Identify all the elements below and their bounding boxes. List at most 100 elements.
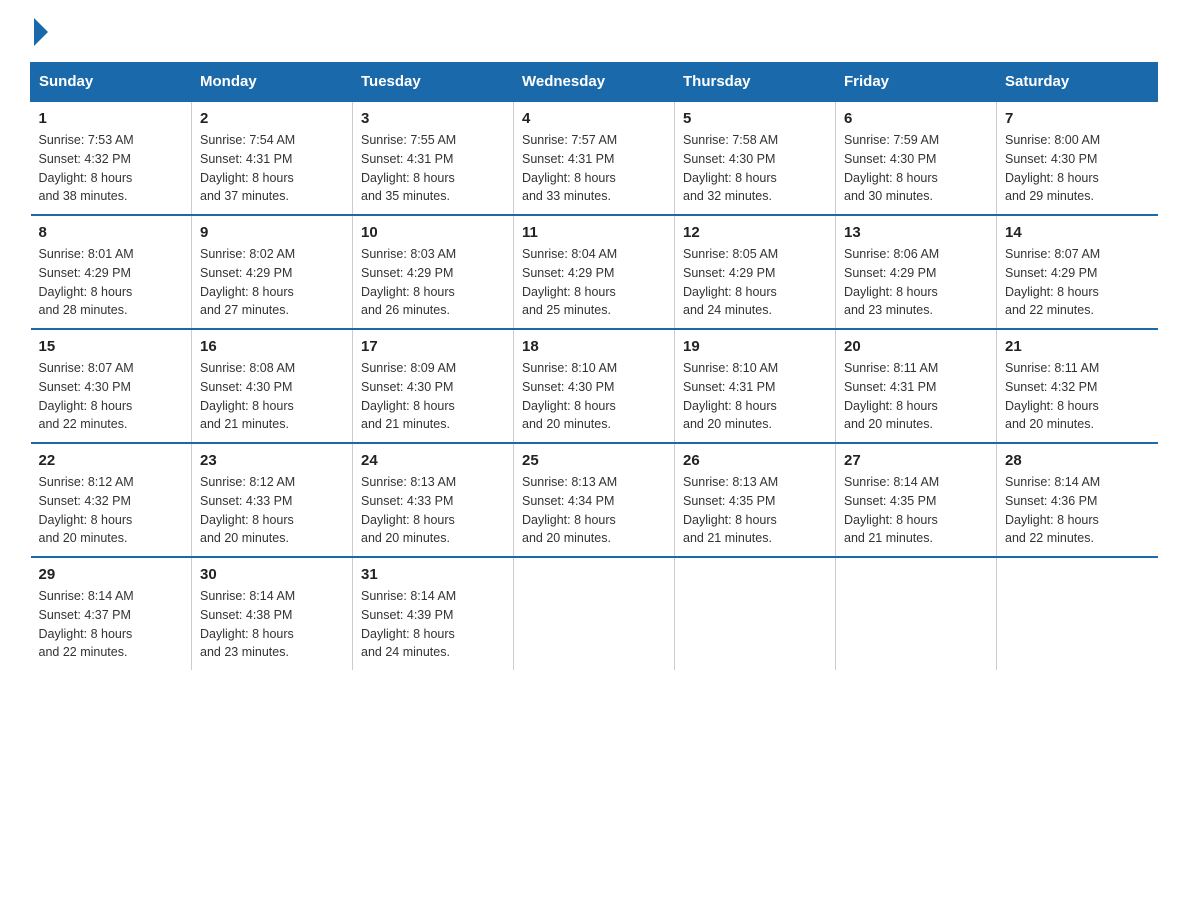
calendar-cell: 13 Sunrise: 8:06 AM Sunset: 4:29 PM Dayli… <box>836 215 997 329</box>
calendar-cell: 5Sunrise: 7:58 AM Sunset: 4:30 PM Daylig… <box>675 101 836 215</box>
calendar-cell: 4 Sunrise: 7:57 AM Sunset: 4:31 PM Daylig… <box>514 101 675 215</box>
calendar-week-4: 22 Sunrise: 8:12 AM Sunset: 4:32 PM Dayli… <box>31 443 1158 557</box>
day-number: 5 <box>683 110 827 127</box>
header-row: SundayMondayTuesdayWednesdayThursdayFrid… <box>31 63 1158 102</box>
calendar-cell: 18 Sunrise: 8:10 AM Sunset: 4:30 PM Dayli… <box>514 329 675 443</box>
calendar-cell: 7 Sunrise: 8:00 AM Sunset: 4:30 PM Daylig… <box>997 101 1158 215</box>
calendar-cell: 9 Sunrise: 8:02 AM Sunset: 4:29 PM Daylig… <box>192 215 353 329</box>
calendar-cell: 11 Sunrise: 8:04 AM Sunset: 4:29 PM Dayli… <box>514 215 675 329</box>
day-number: 18 <box>522 338 666 355</box>
calendar-cell: 28 Sunrise: 8:14 AM Sunset: 4:36 PM Dayli… <box>997 443 1158 557</box>
day-info: Sunrise: 8:10 AM Sunset: 4:31 PM Dayligh… <box>683 359 827 434</box>
day-info: Sunrise: 8:00 AM Sunset: 4:30 PM Dayligh… <box>1005 131 1150 206</box>
calendar-cell: 6 Sunrise: 7:59 AM Sunset: 4:30 PM Daylig… <box>836 101 997 215</box>
calendar-week-1: 1 Sunrise: 7:53 AM Sunset: 4:32 PM Daylig… <box>31 101 1158 215</box>
day-info: Sunrise: 8:10 AM Sunset: 4:30 PM Dayligh… <box>522 359 666 434</box>
day-number: 26 <box>683 452 827 469</box>
calendar-body: 1 Sunrise: 7:53 AM Sunset: 4:32 PM Daylig… <box>31 101 1158 670</box>
day-number: 24 <box>361 452 505 469</box>
day-number: 11 <box>522 224 666 241</box>
calendar-cell: 12Sunrise: 8:05 AM Sunset: 4:29 PM Dayli… <box>675 215 836 329</box>
day-number: 30 <box>200 566 344 583</box>
calendar-cell: 15 Sunrise: 8:07 AM Sunset: 4:30 PM Dayli… <box>31 329 192 443</box>
calendar-cell <box>675 557 836 670</box>
day-number: 6 <box>844 110 988 127</box>
day-number: 4 <box>522 110 666 127</box>
day-info: Sunrise: 8:06 AM Sunset: 4:29 PM Dayligh… <box>844 245 988 320</box>
calendar-week-3: 15 Sunrise: 8:07 AM Sunset: 4:30 PM Dayli… <box>31 329 1158 443</box>
calendar-cell: 31 Sunrise: 8:14 AM Sunset: 4:39 PM Dayli… <box>353 557 514 670</box>
day-info: Sunrise: 7:53 AM Sunset: 4:32 PM Dayligh… <box>39 131 184 206</box>
day-number: 25 <box>522 452 666 469</box>
logo-arrow-icon <box>34 18 48 46</box>
day-number: 23 <box>200 452 344 469</box>
day-info: Sunrise: 8:07 AM Sunset: 4:30 PM Dayligh… <box>39 359 184 434</box>
calendar-cell: 8Sunrise: 8:01 AM Sunset: 4:29 PM Daylig… <box>31 215 192 329</box>
day-info: Sunrise: 8:02 AM Sunset: 4:29 PM Dayligh… <box>200 245 344 320</box>
calendar-cell: 2Sunrise: 7:54 AM Sunset: 4:31 PM Daylig… <box>192 101 353 215</box>
day-info: Sunrise: 8:07 AM Sunset: 4:29 PM Dayligh… <box>1005 245 1150 320</box>
header-cell-tuesday: Tuesday <box>353 63 514 102</box>
calendar-cell: 29 Sunrise: 8:14 AM Sunset: 4:37 PM Dayli… <box>31 557 192 670</box>
day-number: 2 <box>200 110 344 127</box>
day-number: 22 <box>39 452 184 469</box>
calendar-cell: 10 Sunrise: 8:03 AM Sunset: 4:29 PM Dayli… <box>353 215 514 329</box>
calendar-cell <box>997 557 1158 670</box>
day-number: 28 <box>1005 452 1150 469</box>
day-info: Sunrise: 8:13 AM Sunset: 4:35 PM Dayligh… <box>683 473 827 548</box>
calendar-cell: 20Sunrise: 8:11 AM Sunset: 4:31 PM Dayli… <box>836 329 997 443</box>
day-info: Sunrise: 8:08 AM Sunset: 4:30 PM Dayligh… <box>200 359 344 434</box>
day-info: Sunrise: 8:13 AM Sunset: 4:33 PM Dayligh… <box>361 473 505 548</box>
day-number: 1 <box>39 110 184 127</box>
calendar-cell: 23 Sunrise: 8:12 AM Sunset: 4:33 PM Dayli… <box>192 443 353 557</box>
day-number: 9 <box>200 224 344 241</box>
day-number: 3 <box>361 110 505 127</box>
day-number: 7 <box>1005 110 1150 127</box>
day-number: 16 <box>200 338 344 355</box>
day-info: Sunrise: 8:03 AM Sunset: 4:29 PM Dayligh… <box>361 245 505 320</box>
calendar-cell <box>514 557 675 670</box>
calendar-header: SundayMondayTuesdayWednesdayThursdayFrid… <box>31 63 1158 102</box>
calendar-cell: 26 Sunrise: 8:13 AM Sunset: 4:35 PM Dayli… <box>675 443 836 557</box>
day-info: Sunrise: 8:14 AM Sunset: 4:39 PM Dayligh… <box>361 587 505 662</box>
day-number: 12 <box>683 224 827 241</box>
header-cell-sunday: Sunday <box>31 63 192 102</box>
day-number: 15 <box>39 338 184 355</box>
day-info: Sunrise: 8:14 AM Sunset: 4:35 PM Dayligh… <box>844 473 988 548</box>
day-info: Sunrise: 8:12 AM Sunset: 4:33 PM Dayligh… <box>200 473 344 548</box>
day-info: Sunrise: 8:11 AM Sunset: 4:31 PM Dayligh… <box>844 359 988 434</box>
day-number: 14 <box>1005 224 1150 241</box>
day-info: Sunrise: 7:55 AM Sunset: 4:31 PM Dayligh… <box>361 131 505 206</box>
calendar-cell: 1 Sunrise: 7:53 AM Sunset: 4:32 PM Daylig… <box>31 101 192 215</box>
day-number: 31 <box>361 566 505 583</box>
day-info: Sunrise: 8:13 AM Sunset: 4:34 PM Dayligh… <box>522 473 666 548</box>
calendar-cell: 24 Sunrise: 8:13 AM Sunset: 4:33 PM Dayli… <box>353 443 514 557</box>
day-number: 13 <box>844 224 988 241</box>
day-info: Sunrise: 8:14 AM Sunset: 4:36 PM Dayligh… <box>1005 473 1150 548</box>
logo <box>30 20 48 42</box>
calendar-cell: 14 Sunrise: 8:07 AM Sunset: 4:29 PM Dayli… <box>997 215 1158 329</box>
day-number: 10 <box>361 224 505 241</box>
calendar-cell: 19 Sunrise: 8:10 AM Sunset: 4:31 PM Dayli… <box>675 329 836 443</box>
day-info: Sunrise: 8:04 AM Sunset: 4:29 PM Dayligh… <box>522 245 666 320</box>
day-number: 19 <box>683 338 827 355</box>
calendar-cell: 17Sunrise: 8:09 AM Sunset: 4:30 PM Dayli… <box>353 329 514 443</box>
calendar-cell: 16 Sunrise: 8:08 AM Sunset: 4:30 PM Dayli… <box>192 329 353 443</box>
header-cell-thursday: Thursday <box>675 63 836 102</box>
day-info: Sunrise: 7:59 AM Sunset: 4:30 PM Dayligh… <box>844 131 988 206</box>
calendar-cell: 3 Sunrise: 7:55 AM Sunset: 4:31 PM Daylig… <box>353 101 514 215</box>
day-info: Sunrise: 7:57 AM Sunset: 4:31 PM Dayligh… <box>522 131 666 206</box>
day-info: Sunrise: 8:14 AM Sunset: 4:37 PM Dayligh… <box>39 587 184 662</box>
day-number: 17 <box>361 338 505 355</box>
day-number: 8 <box>39 224 184 241</box>
day-number: 29 <box>39 566 184 583</box>
header-cell-friday: Friday <box>836 63 997 102</box>
calendar-cell <box>836 557 997 670</box>
calendar-cell: 30Sunrise: 8:14 AM Sunset: 4:38 PM Dayli… <box>192 557 353 670</box>
calendar-cell: 22 Sunrise: 8:12 AM Sunset: 4:32 PM Dayli… <box>31 443 192 557</box>
calendar-cell: 21Sunrise: 8:11 AM Sunset: 4:32 PM Dayli… <box>997 329 1158 443</box>
day-info: Sunrise: 8:12 AM Sunset: 4:32 PM Dayligh… <box>39 473 184 548</box>
day-info: Sunrise: 8:11 AM Sunset: 4:32 PM Dayligh… <box>1005 359 1150 434</box>
header-cell-saturday: Saturday <box>997 63 1158 102</box>
calendar-cell: 25 Sunrise: 8:13 AM Sunset: 4:34 PM Dayli… <box>514 443 675 557</box>
